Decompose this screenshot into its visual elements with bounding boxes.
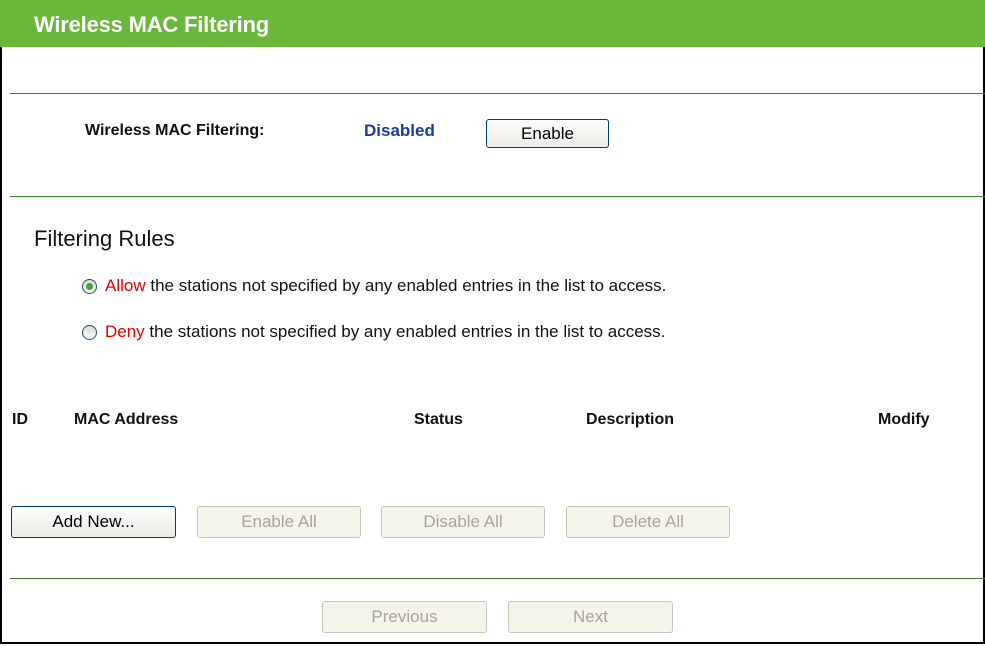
enable-button[interactable]: Enable [486, 119, 609, 148]
deny-rule-option[interactable]: Deny the stations not specified by any e… [82, 321, 665, 343]
column-header-description: Description [586, 411, 675, 428]
divider [10, 578, 985, 579]
next-button[interactable]: Next [508, 601, 673, 633]
page-title: Wireless MAC Filtering [34, 12, 270, 37]
allow-rule-option[interactable]: Allow the stations not specified by any … [82, 275, 666, 297]
column-header-modify: Modify [878, 411, 930, 428]
mac-filtering-label: Wireless MAC Filtering: [85, 122, 265, 139]
title-bar: Wireless MAC Filtering [0, 0, 985, 47]
divider [10, 93, 985, 94]
delete-all-button[interactable]: Delete All [566, 506, 730, 538]
deny-radio[interactable] [82, 324, 97, 340]
filtering-rules-heading: Filtering Rules [34, 226, 175, 251]
column-header-status: Status [414, 411, 463, 428]
add-new-button[interactable]: Add New... [11, 506, 176, 538]
disable-all-button[interactable]: Disable All [381, 506, 545, 538]
allow-keyword: Allow [105, 276, 146, 295]
divider [10, 196, 985, 197]
previous-button[interactable]: Previous [322, 601, 487, 633]
allow-rule-text: the stations not specified by any enable… [145, 276, 667, 295]
mac-filtering-status: Disabled [364, 121, 435, 140]
column-header-id: ID [12, 411, 28, 428]
allow-radio[interactable] [82, 278, 97, 294]
deny-keyword: Deny [105, 322, 145, 341]
enable-all-button[interactable]: Enable All [197, 506, 361, 538]
column-header-mac-address: MAC Address [74, 411, 179, 428]
deny-rule-text: the stations not specified by any enable… [144, 322, 666, 341]
